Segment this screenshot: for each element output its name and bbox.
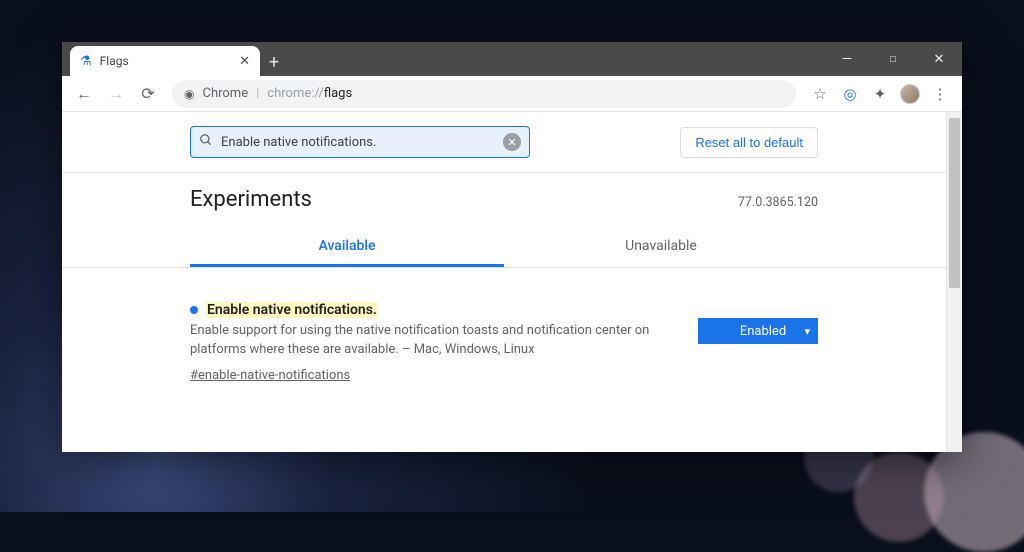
flags-tabs: Available Unavailable bbox=[62, 218, 946, 268]
flag-title: Enable native notifications. bbox=[206, 302, 378, 318]
kebab-menu-icon[interactable]: ⋮ bbox=[926, 80, 954, 108]
toolbar-right: ☆ ◎ ✦ ⋮ bbox=[806, 80, 954, 108]
page-title: Experiments bbox=[190, 187, 312, 212]
reset-all-button[interactable]: Reset all to default bbox=[680, 127, 818, 158]
tab-available[interactable]: Available bbox=[190, 228, 504, 267]
tab-close-icon[interactable]: ✕ bbox=[239, 54, 250, 69]
browser-window: ⚗ Flags ✕ + — □ ✕ ← → ⟳ ◉ Chrome | chrom… bbox=[62, 42, 962, 452]
browser-tab[interactable]: ⚗ Flags ✕ bbox=[70, 46, 260, 76]
maximize-button[interactable]: □ bbox=[870, 42, 916, 76]
clear-search-icon[interactable]: ✕ bbox=[503, 133, 521, 151]
page-scroll[interactable]: Enable native notifications. ✕ Reset all… bbox=[62, 112, 946, 452]
modified-dot-icon bbox=[190, 306, 198, 314]
scrollbar-thumb[interactable] bbox=[949, 118, 960, 288]
profile-avatar[interactable] bbox=[896, 80, 924, 108]
site-info-icon[interactable]: ◉ bbox=[184, 87, 194, 101]
flag-hash-link[interactable]: #enable-native-notifications bbox=[190, 368, 350, 383]
flag-title-row: Enable native notifications. bbox=[190, 302, 678, 318]
flag-item: Enable native notifications. Enable supp… bbox=[62, 268, 946, 403]
omnibox-url-scheme: chrome:// bbox=[267, 86, 323, 101]
minimize-button[interactable]: — bbox=[824, 42, 870, 76]
scrollbar[interactable] bbox=[946, 112, 962, 452]
search-icon bbox=[199, 133, 213, 151]
flag-details: Enable native notifications. Enable supp… bbox=[190, 302, 678, 383]
version-label: 77.0.3865.120 bbox=[738, 195, 818, 210]
heading-row: Experiments 77.0.3865.120 bbox=[62, 173, 946, 218]
omnibox[interactable]: ◉ Chrome | chrome://flags bbox=[172, 80, 796, 108]
flag-select-value: Enabled bbox=[740, 324, 786, 339]
reload-button[interactable]: ⟳ bbox=[134, 80, 162, 108]
window-controls: — □ ✕ bbox=[824, 42, 962, 76]
titlebar: ⚗ Flags ✕ + — □ ✕ bbox=[62, 42, 962, 76]
flask-icon: ⚗ bbox=[80, 54, 92, 69]
new-tab-button[interactable]: + bbox=[260, 48, 288, 76]
browser-toolbar: ← → ⟳ ◉ Chrome | chrome://flags ☆ ◎ ✦ ⋮ bbox=[62, 76, 962, 112]
omnibox-separator: | bbox=[256, 86, 259, 101]
extensions-puzzle-icon[interactable]: ✦ bbox=[866, 80, 894, 108]
bookmark-star-icon[interactable]: ☆ bbox=[806, 80, 834, 108]
content-area: Enable native notifications. ✕ Reset all… bbox=[62, 112, 962, 452]
extension-sync-icon[interactable]: ◎ bbox=[836, 80, 864, 108]
omnibox-url-path: flags bbox=[324, 86, 352, 101]
close-window-button[interactable]: ✕ bbox=[916, 42, 962, 76]
flag-description: Enable support for using the native noti… bbox=[190, 322, 678, 360]
flags-search-input[interactable]: Enable native notifications. ✕ bbox=[190, 126, 530, 158]
omnibox-prefix: Chrome bbox=[202, 86, 248, 101]
flags-page: Enable native notifications. ✕ Reset all… bbox=[62, 112, 946, 403]
tab-unavailable[interactable]: Unavailable bbox=[504, 228, 818, 267]
flag-state-select[interactable]: Enabled bbox=[698, 318, 818, 344]
search-row: Enable native notifications. ✕ Reset all… bbox=[62, 112, 946, 173]
tab-title: Flags bbox=[100, 54, 231, 68]
search-query-text: Enable native notifications. bbox=[221, 135, 495, 150]
back-button[interactable]: ← bbox=[70, 80, 98, 108]
forward-button: → bbox=[102, 80, 130, 108]
